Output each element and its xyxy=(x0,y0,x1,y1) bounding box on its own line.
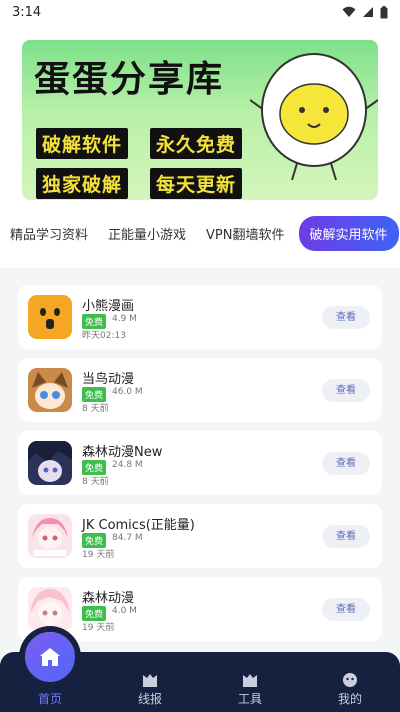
banner-tag: 永久免费 xyxy=(150,128,243,159)
list-item[interactable]: 当鸟动漫 免费 46.0 M 8 天前 查看 xyxy=(18,358,382,422)
nav-item-tools[interactable]: 工具 xyxy=(200,652,300,712)
app-size: 46.0 M xyxy=(112,387,143,397)
app-icon xyxy=(28,295,72,339)
list-item[interactable]: 森林动漫 免费 4.0 M 19 天前 查看 xyxy=(18,577,382,641)
status-icons xyxy=(342,5,388,19)
app-name: 森林动漫 xyxy=(82,591,135,606)
view-button[interactable]: 查看 xyxy=(322,452,370,475)
app-name: 小熊漫画 xyxy=(82,299,135,314)
free-badge: 免费 xyxy=(82,460,107,475)
nav-label: 首页 xyxy=(37,692,62,706)
nav-item-news[interactable]: 线报 xyxy=(100,652,200,712)
free-badge: 免费 xyxy=(82,387,107,402)
app-name: JK Comics(正能量) xyxy=(82,518,195,533)
app-name: 森林动漫New xyxy=(82,445,163,460)
tools-icon xyxy=(243,674,257,687)
banner-tag: 独家破解 xyxy=(36,168,129,199)
home-button[interactable] xyxy=(25,632,75,682)
tab-mini-games[interactable]: 正能量小游戏 xyxy=(98,224,196,243)
app-size: 24.8 M xyxy=(112,460,143,470)
app-icon xyxy=(28,441,72,485)
home-icon xyxy=(40,648,60,666)
profile-icon xyxy=(343,673,357,687)
category-tabs: 精品学习资料 正能量小游戏 VPN翻墙软件 破解实用软件 xyxy=(0,215,400,251)
free-badge: 免费 xyxy=(82,533,107,548)
signal-icon xyxy=(363,7,373,17)
app-icon xyxy=(28,514,72,558)
banner-tag: 破解软件 xyxy=(36,128,129,159)
status-time: 3:14 xyxy=(12,4,42,20)
free-badge: 免费 xyxy=(82,606,107,621)
status-bar: 3:14 xyxy=(0,0,400,24)
app-updated-time: 昨天02:13 xyxy=(82,331,126,341)
tab-vpn-software[interactable]: VPN翻墙软件 xyxy=(196,224,294,243)
app-size: 4.9 M xyxy=(112,314,137,324)
banner-tag: 每天更新 xyxy=(150,168,243,199)
app-size: 4.0 M xyxy=(112,606,137,616)
app-updated-time: 8 天前 xyxy=(82,477,109,487)
banner-title: 蛋蛋分享库 xyxy=(34,59,225,100)
app-size: 84.7 M xyxy=(112,533,143,543)
nav-label: 线报 xyxy=(137,692,162,706)
free-badge: 免费 xyxy=(82,314,107,329)
app-name: 当鸟动漫 xyxy=(82,372,135,387)
app-updated-time: 19 天前 xyxy=(82,550,115,560)
view-button[interactable]: 查看 xyxy=(322,306,370,329)
view-button[interactable]: 查看 xyxy=(322,598,370,621)
wifi-icon xyxy=(342,6,356,17)
egg-mascot-illustration xyxy=(250,53,378,181)
app-icon xyxy=(28,587,72,631)
tab-study-materials[interactable]: 精品学习资料 xyxy=(0,224,98,243)
tab-cracked-software[interactable]: 破解实用软件 xyxy=(298,215,399,251)
view-button[interactable]: 查看 xyxy=(322,379,370,402)
header-area: 蛋蛋分享库 破解软件 永久免费 独家破解 每天更新 精品学习资料 正能量小游戏 … xyxy=(0,24,400,268)
nav-item-profile[interactable]: 我的 xyxy=(300,652,400,712)
app-updated-time: 8 天前 xyxy=(82,404,109,414)
list-item[interactable]: 森林动漫New 免费 24.8 M 8 天前 查看 xyxy=(18,431,382,495)
news-icon xyxy=(143,674,157,687)
promo-banner[interactable]: 蛋蛋分享库 破解软件 永久免费 独家破解 每天更新 xyxy=(22,40,378,200)
app-icon xyxy=(28,368,72,412)
list-item[interactable]: JK Comics(正能量) 免费 84.7 M 19 天前 查看 xyxy=(18,504,382,568)
battery-icon xyxy=(380,5,388,18)
list-item[interactable]: 小熊漫画 免费 4.9 M 昨天02:13 查看 xyxy=(18,285,382,349)
nav-label: 我的 xyxy=(337,692,362,706)
view-button[interactable]: 查看 xyxy=(322,525,370,548)
nav-label: 工具 xyxy=(237,692,262,706)
app-updated-time: 19 天前 xyxy=(82,623,115,633)
